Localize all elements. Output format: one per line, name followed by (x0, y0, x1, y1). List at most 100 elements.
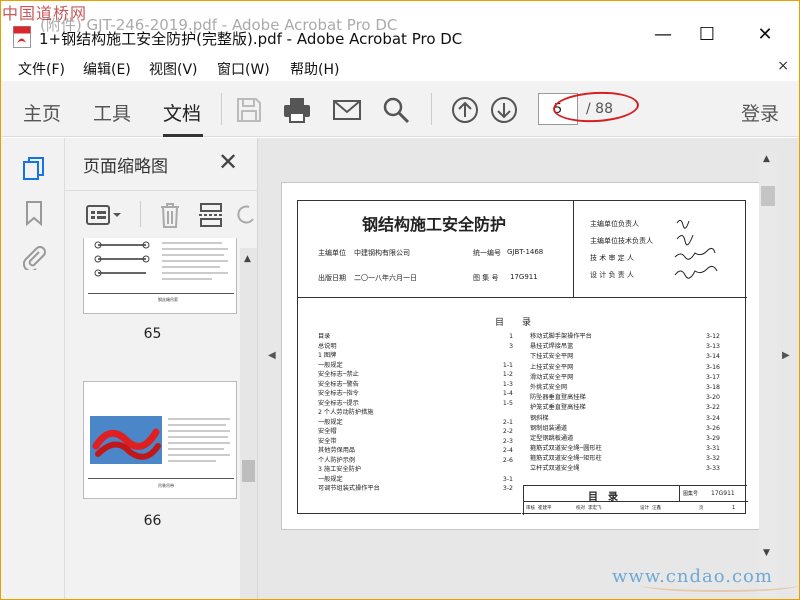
toc-item-title: 可调节组装式操作平台 (318, 485, 380, 492)
collapse-left-arrow-icon[interactable]: ◀ (268, 350, 276, 361)
thumbnail-page-65[interactable]: 钢丝绳吊索 (83, 238, 237, 314)
toc-item-title: 安全带 (318, 437, 337, 445)
tab-home[interactable]: 主页 (23, 99, 61, 126)
toc-item[interactable]: 可调节组装式操作平台 3-2 (318, 484, 513, 494)
toc-item[interactable]: 滑动式安全平网 3-17 (530, 373, 720, 383)
toc-item[interactable]: 安全帽 2-2 (318, 427, 513, 437)
toc-item[interactable]: 安全标志─提示 1-5 (318, 399, 513, 409)
footer-title-block: 目 录 图集号 17G911 审核 崔建平 校对 李宏飞 设计 汪鑫 页 1 (523, 485, 748, 515)
toc-item[interactable]: 悬挂式焊接吊篮 3-13 (530, 342, 720, 352)
toc-item-page: 2-1 (502, 418, 513, 426)
toc-item[interactable]: 下挂式安全平网 3-14 (530, 352, 720, 362)
minimize-button[interactable]: — (641, 19, 685, 49)
toc-item[interactable]: 其他劳保用品 2-4 (318, 446, 513, 456)
menu-window[interactable]: 窗口(W) (217, 59, 270, 79)
toc-item[interactable]: 安全标志─指令 1-4 (318, 389, 513, 399)
bookmark-icon[interactable] (21, 200, 47, 226)
date-label: 出版日期 (318, 274, 346, 282)
thumbnails-scrollbar[interactable]: ▲ (240, 248, 257, 599)
toc-item-page: 3-33 (705, 465, 720, 473)
scrollbar-thumb[interactable] (242, 460, 255, 482)
login-button[interactable]: 登录 (741, 99, 779, 126)
toc-item[interactable]: 一般规定 1-1 (318, 361, 513, 371)
page-up-icon[interactable] (450, 95, 480, 125)
toc-item-page: 3-17 (705, 373, 720, 381)
page-down-icon[interactable] (489, 95, 519, 125)
footer-row-line (524, 501, 748, 502)
delete-page-icon[interactable] (157, 201, 183, 229)
atlas-label: 图 集 号 (473, 274, 499, 282)
thumbnail-title-block (88, 293, 234, 311)
ghost-title-text: (附件) GJT-246-2019.pdf - Adobe Acrobat Pr… (40, 16, 398, 34)
toc-item[interactable]: 钢制组装通道 3-26 (530, 424, 720, 434)
page-border: 钢结构施工安全防护 主编单位 中建钢构有限公司 统一编号 GJBT-1468 出… (297, 200, 748, 515)
tab-document[interactable]: 文档 (163, 99, 201, 126)
toc-item[interactable]: 安全标志─禁止 1-2 (318, 370, 513, 380)
toc-item[interactable]: 一般规定 2-1 (318, 418, 513, 428)
menu-edit[interactable]: 编辑(E) (83, 59, 131, 79)
toolbar: 主页 工具 文档 5 / 88 登录 (1, 81, 799, 137)
toc-item[interactable]: 目录 1 (318, 332, 513, 342)
attachment-icon[interactable] (21, 244, 47, 270)
toc-item[interactable]: 箍筋式双道安全绳─圆形柱 3-31 (530, 444, 720, 454)
toc-item[interactable]: 钢斜梯 3-24 (530, 414, 720, 424)
save-icon[interactable] (234, 95, 264, 125)
toc-item[interactable]: 总说明 3 (318, 342, 513, 352)
toc-item[interactable]: 个人防护示例 2-6 (318, 456, 513, 466)
toc-item-page: 1-4 (502, 390, 513, 397)
footer-review-label: 审核 (526, 506, 535, 511)
page-thumbnails-icon[interactable] (21, 156, 47, 182)
print-icon[interactable] (282, 95, 312, 125)
scroll-up-arrow-icon[interactable]: ▲ (763, 154, 770, 164)
footer-page-value: 1 (732, 505, 736, 511)
code-value: GJBT-1468 (507, 248, 544, 256)
options-menu-icon[interactable] (85, 203, 123, 227)
extract-page-icon[interactable] (198, 201, 224, 229)
menu-help[interactable]: 帮助(H) (290, 59, 339, 79)
toc-item[interactable]: 安全标志─警告 1-3 (318, 380, 513, 390)
toc-item[interactable]: 安全带 2-3 (318, 437, 513, 447)
toc-item[interactable]: 立杆式双道安全绳 3-33 (530, 464, 720, 474)
toc-item-page: 3-29 (705, 434, 720, 442)
toc-item-title: 钢制组装通道 (530, 424, 568, 432)
scroll-down-arrow-icon[interactable]: ▼ (763, 548, 770, 558)
menu-file[interactable]: 文件(F) (18, 59, 65, 79)
toc-item[interactable]: 上挂式安全平网 3-16 (530, 363, 720, 373)
maximize-button[interactable]: ☐ (685, 19, 729, 49)
close-panel-icon[interactable]: ✕ (218, 148, 238, 176)
toc-item[interactable]: 箍筋式双道安全绳─矩形柱 3-32 (530, 454, 720, 464)
tab-tools[interactable]: 工具 (93, 99, 131, 126)
scrollbar-thumb[interactable] (761, 186, 775, 206)
toc-item-title: 上挂式安全平网 (530, 363, 574, 371)
thumbnail-page-66[interactable]: 吊装吊带 (83, 381, 237, 499)
menu-close-icon[interactable]: × (777, 58, 789, 74)
search-icon[interactable] (381, 95, 411, 125)
scroll-up-arrow-icon[interactable]: ▲ (244, 254, 251, 264)
toc-section[interactable]: 1 图牌 (318, 351, 513, 361)
toc-item[interactable]: 移动式脚手架操作平台 3-12 (530, 332, 720, 342)
toc-item[interactable]: 护笼式垂直登高挂梯 3-22 (530, 403, 720, 413)
toc-item-page: 3-26 (705, 424, 720, 432)
toc-item[interactable]: 定型钢跳板通道 3-29 (530, 434, 720, 444)
wire-rope-sling-illustration (94, 241, 150, 277)
active-tab-indicator (163, 134, 203, 137)
close-button[interactable]: ✕ (743, 19, 787, 49)
toc-item-page: 1-3 (502, 380, 513, 388)
document-view: ◀ ▶ 钢结构施工安全防护 主编单位 中建钢构有限公司 统一编号 GJBT-14… (258, 138, 799, 599)
toc-section[interactable]: 3 施工安全防护 (318, 465, 513, 475)
email-icon[interactable] (332, 95, 362, 125)
document-scrollbar[interactable]: ▲ ▼ (759, 152, 777, 598)
toc-item[interactable]: 一般规定 3-1 (318, 475, 513, 485)
toc-item[interactable]: 外挑式安全网 3-18 (530, 383, 720, 393)
toc-item-title: 安全标志─禁止 (318, 371, 359, 378)
document-title: 钢结构施工安全防护 (362, 215, 507, 234)
collapse-right-arrow-icon[interactable]: ▶ (782, 350, 790, 361)
toc-item-title: 定型钢跳板通道 (530, 434, 574, 442)
rotate-page-icon[interactable] (237, 203, 255, 227)
menu-view[interactable]: 视图(V) (149, 59, 198, 79)
toc-section[interactable]: 2 个人劳动防护措施 (318, 408, 513, 418)
toc-item-title: 一般规定 (318, 418, 343, 426)
toc-item[interactable]: 防坠器垂直登高挂梯 3-20 (530, 393, 720, 403)
toc-item-title: 其他劳保用品 (318, 447, 356, 454)
code-label: 统一编号 (473, 249, 501, 257)
